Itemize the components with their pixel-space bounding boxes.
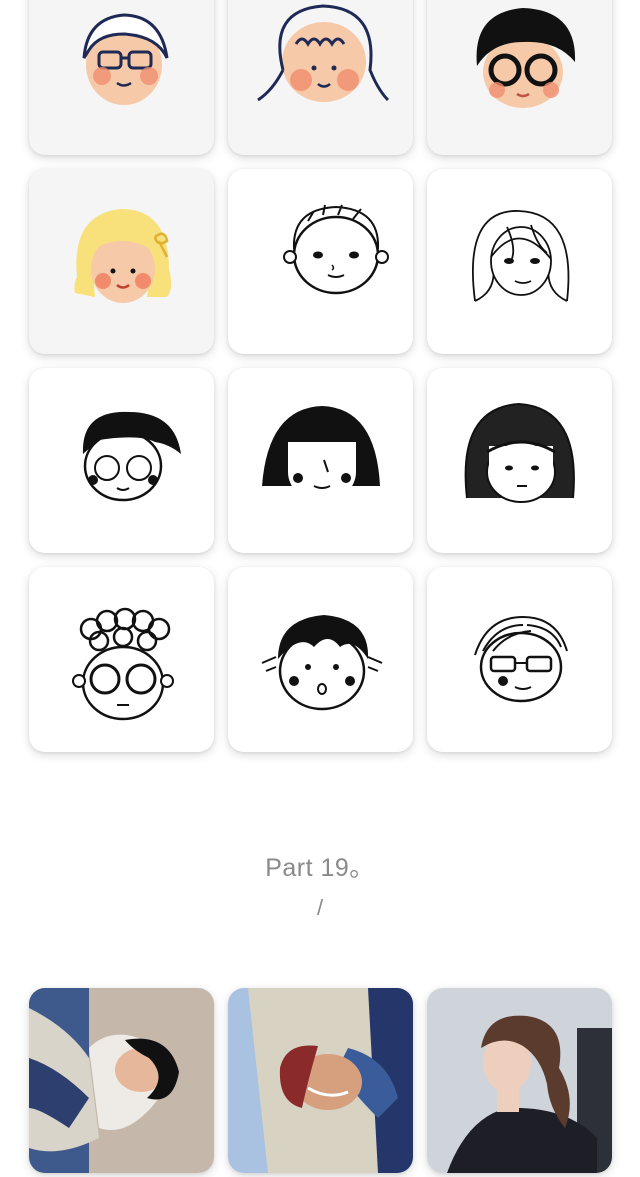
avatar-sketch-long-hair-image [471, 210, 570, 302]
avatar-sketch-curly-round-glasses-image [72, 607, 174, 721]
avatar-tile[interactable] [427, 368, 612, 553]
avatar-tile[interactable] [29, 169, 214, 354]
photo-tile[interactable] [29, 988, 214, 1173]
page: Part 19。 / [0, 0, 640, 1177]
avatar-grid [29, 0, 612, 752]
avatar-tile[interactable] [228, 169, 413, 354]
photo-girl-lying-laughing-image [29, 988, 214, 1173]
photo-tile[interactable] [427, 988, 612, 1173]
photo-grid [29, 988, 612, 1173]
avatar-tile[interactable] [228, 567, 413, 752]
avatar-tile[interactable] [427, 0, 612, 155]
avatar-tile[interactable] [228, 0, 413, 155]
avatar-sketch-black-bob-image [262, 406, 380, 502]
section-separator: / [316, 895, 324, 920]
avatar-sketch-scribble-bob-image [464, 402, 575, 503]
photo-girl-ponytail-profile-image [427, 988, 612, 1173]
avatar-black-curly-glasses-image [476, 8, 576, 108]
avatar-glasses-grey-hair-image [82, 13, 169, 105]
photo-boy-red-beanie-lying-image [228, 988, 413, 1173]
section-title: Part 19。 [265, 854, 375, 882]
avatar-tile[interactable] [427, 169, 612, 354]
avatar-sketch-lined-hair-glasses-image [474, 615, 568, 703]
avatar-tile[interactable] [29, 368, 214, 553]
avatar-sketch-side-swept-glasses-image [82, 411, 181, 502]
avatar-sketch-short-hair-image [283, 204, 389, 295]
avatar-wavy-hair-blush-image [257, 4, 390, 102]
avatar-sketch-messy-hair-surprised-image [261, 615, 383, 711]
avatar-yellow-bob-bow-image [74, 209, 172, 303]
avatar-tile[interactable] [29, 0, 214, 155]
photo-tile[interactable] [228, 988, 413, 1173]
avatar-tile[interactable] [427, 567, 612, 752]
avatar-tile[interactable] [29, 567, 214, 752]
avatar-tile[interactable] [228, 368, 413, 553]
